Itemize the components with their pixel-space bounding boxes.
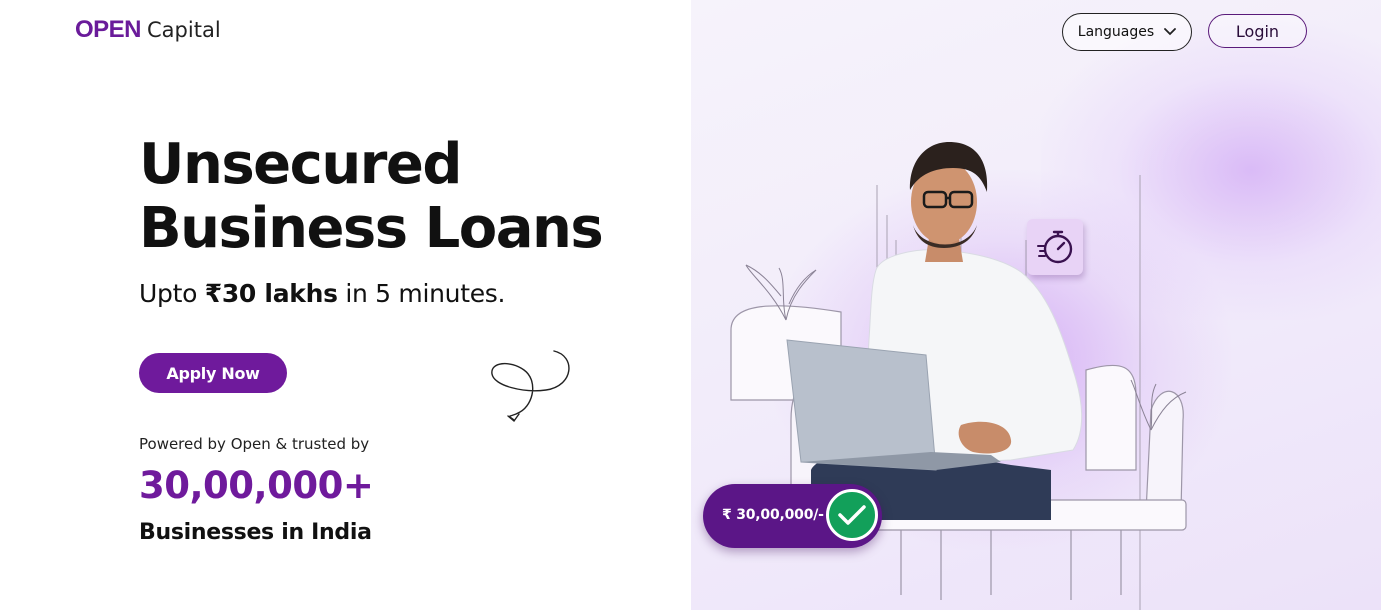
sofa-legs xyxy=(900,530,1122,600)
page-title: Unsecured Business Loans xyxy=(139,132,604,261)
powered-by-text: Powered by Open & trusted by xyxy=(139,435,370,453)
timer-icon xyxy=(1037,230,1073,264)
check-icon xyxy=(826,489,878,541)
open-capital-logo[interactable]: OPEN Capital xyxy=(75,16,221,44)
subtitle-suffix: in 5 minutes. xyxy=(345,279,506,308)
logo-open-text: OPEN xyxy=(75,16,142,43)
checkmark-glyph xyxy=(838,505,866,525)
hero-subtitle: Upto ₹30 lakhs in 5 minutes. xyxy=(139,279,505,308)
logo-capital-text: Capital xyxy=(147,18,221,42)
headline-line-1: Unsecured xyxy=(139,132,462,197)
apply-now-button[interactable]: Apply Now xyxy=(139,353,287,393)
subtitle-amount: ₹30 lakhs xyxy=(204,279,338,308)
headline-line-2: Business Loans xyxy=(139,196,604,261)
timer-card xyxy=(1027,219,1083,275)
squiggle-arrow-icon xyxy=(491,350,570,423)
businesses-label: Businesses in India xyxy=(139,520,372,545)
subtitle-prefix: Upto xyxy=(139,279,198,308)
amount-badge-text: ₹ 30,00,000/- xyxy=(722,507,824,523)
businesses-count: 30,00,000+ xyxy=(139,464,374,507)
